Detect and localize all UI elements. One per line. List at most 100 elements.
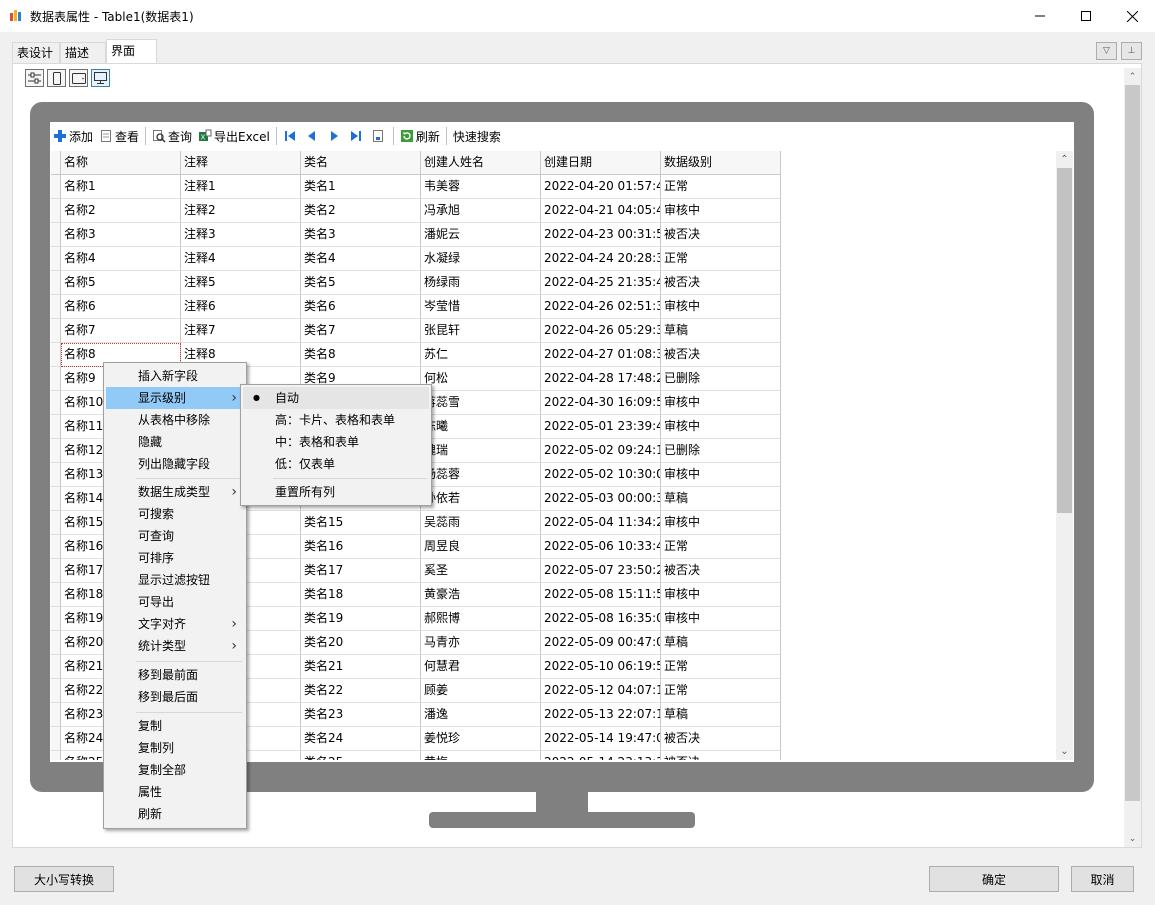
table-cell[interactable]: 注释7 <box>181 319 301 343</box>
row-header-cell[interactable] <box>51 583 61 607</box>
table-cell[interactable]: 姜悦珍 <box>421 727 541 751</box>
menu-item[interactable]: 显示级别 › <box>106 387 244 409</box>
grid-scrollbar[interactable]: ⌃ ⌄ <box>1056 151 1073 760</box>
table-cell[interactable]: 2022-04-21 04:05:47 <box>541 199 661 223</box>
row-header-cell[interactable] <box>51 535 61 559</box>
table-cell[interactable]: 被否决 <box>661 727 781 751</box>
close-button[interactable] <box>1109 0 1155 32</box>
table-cell[interactable]: 2022-05-09 00:47:09 <box>541 631 661 655</box>
table-cell[interactable]: 魏瑞 <box>421 439 541 463</box>
table-cell[interactable]: 2022-05-07 23:50:28 <box>541 559 661 583</box>
table-cell[interactable]: 类名17 <box>301 559 421 583</box>
table-cell[interactable]: 孙依若 <box>421 487 541 511</box>
row-header-cell[interactable] <box>51 751 61 760</box>
row-header-cell[interactable] <box>51 343 61 367</box>
row-header-cell[interactable] <box>51 199 61 223</box>
row-header-cell[interactable] <box>51 151 61 175</box>
table-cell[interactable]: 2022-05-01 23:39:47 <box>541 415 661 439</box>
scroll-down-icon[interactable]: ⌄ <box>1124 830 1141 847</box>
table-cell[interactable]: 名称4 <box>61 247 181 271</box>
table-row[interactable]: 名称5 注释5 类名5 杨绿雨 2022-04-25 21:35:48 被否决 <box>51 271 781 295</box>
table-row[interactable]: 名称2 注释2 类名2 冯承旭 2022-04-21 04:05:47 审核中 <box>51 199 781 223</box>
table-cell[interactable]: 注释4 <box>181 247 301 271</box>
table-cell[interactable]: 韦美蓉 <box>421 175 541 199</box>
table-cell[interactable]: 2022-04-26 05:29:38 <box>541 319 661 343</box>
table-cell[interactable]: 审核中 <box>661 463 781 487</box>
menu-item[interactable]: 文字对齐 › <box>106 613 244 635</box>
tab-table-design[interactable]: 表设计 <box>12 42 60 64</box>
table-cell[interactable]: 草稿 <box>661 319 781 343</box>
column-header[interactable]: 创建人姓名 <box>421 151 541 175</box>
table-row[interactable]: 名称6 注释6 类名6 岑莹惜 2022-04-26 02:51:37 审核中 <box>51 295 781 319</box>
table-cell[interactable]: 潘逸 <box>421 703 541 727</box>
table-cell[interactable]: 类名6 <box>301 295 421 319</box>
row-header-cell[interactable] <box>51 223 61 247</box>
menu-item[interactable]: 刷新 <box>106 803 244 825</box>
menu-item[interactable]: 复制 <box>106 715 244 737</box>
table-cell[interactable]: 正常 <box>661 679 781 703</box>
row-header-cell[interactable] <box>51 415 61 439</box>
table-cell[interactable]: 岑莹惜 <box>421 295 541 319</box>
column-header[interactable]: 创建日期 <box>541 151 661 175</box>
phone-view-button[interactable] <box>47 69 66 87</box>
table-cell[interactable]: 类名3 <box>301 223 421 247</box>
table-cell[interactable]: 苏仁 <box>421 343 541 367</box>
table-cell[interactable]: 正常 <box>661 247 781 271</box>
table-cell[interactable]: 2022-05-02 10:30:03 <box>541 463 661 487</box>
menu-item[interactable]: 插入新字段 <box>106 365 244 387</box>
table-cell[interactable]: 审核中 <box>661 607 781 631</box>
row-header-cell[interactable] <box>51 295 61 319</box>
table-cell[interactable]: 注释1 <box>181 175 301 199</box>
table-cell[interactable]: 注释6 <box>181 295 301 319</box>
submenu-item[interactable]: 中：表格和表单 <box>243 431 429 453</box>
table-cell[interactable]: 黄梅 <box>421 751 541 760</box>
settings-view-button[interactable] <box>25 69 44 87</box>
row-header-cell[interactable] <box>51 559 61 583</box>
tab-description[interactable]: 描述 <box>60 42 106 64</box>
table-cell[interactable]: 冯承旭 <box>421 199 541 223</box>
table-cell[interactable]: 周昱良 <box>421 535 541 559</box>
table-cell[interactable]: 吴蕊雨 <box>421 511 541 535</box>
table-cell[interactable]: 名称3 <box>61 223 181 247</box>
table-cell[interactable]: 审核中 <box>661 391 781 415</box>
menu-item[interactable]: 显示过滤按钮 <box>106 569 244 591</box>
maximize-button[interactable] <box>1063 0 1109 32</box>
table-cell[interactable]: 类名20 <box>301 631 421 655</box>
menu-item[interactable]: 可排序 <box>106 547 244 569</box>
table-cell[interactable]: 杨绿雨 <box>421 271 541 295</box>
table-row[interactable]: 名称1 注释1 类名1 韦美蓉 2022-04-20 01:57:40 正常 <box>51 175 781 199</box>
row-header-cell[interactable] <box>51 631 61 655</box>
table-cell[interactable]: 类名4 <box>301 247 421 271</box>
table-cell[interactable]: 类名2 <box>301 199 421 223</box>
column-header[interactable]: 类名 <box>301 151 421 175</box>
scroll-up-icon[interactable]: ⌃ <box>1056 151 1073 168</box>
row-header-cell[interactable] <box>51 607 61 631</box>
table-cell[interactable]: 2022-04-26 02:51:37 <box>541 295 661 319</box>
menu-item[interactable]: 统计类型 › <box>106 635 244 657</box>
cancel-button[interactable]: 取消 <box>1071 866 1134 892</box>
table-cell[interactable]: 审核中 <box>661 295 781 319</box>
table-cell[interactable]: 审核中 <box>661 511 781 535</box>
table-cell[interactable]: 名称5 <box>61 271 181 295</box>
table-cell[interactable]: 奚圣 <box>421 559 541 583</box>
case-convert-button[interactable]: 大小写转换 <box>14 866 114 892</box>
menu-item[interactable]: 属性 <box>106 781 244 803</box>
table-cell[interactable]: 何慧君 <box>421 655 541 679</box>
table-cell[interactable]: 已删除 <box>661 439 781 463</box>
table-cell[interactable]: 杨蕊蓉 <box>421 463 541 487</box>
menu-item[interactable]: 隐藏 <box>106 431 244 453</box>
table-cell[interactable]: 2022-04-28 17:48:20 <box>541 367 661 391</box>
menu-item[interactable]: 列出隐藏字段 <box>106 453 244 475</box>
menu-item[interactable]: 可搜索 <box>106 503 244 525</box>
table-cell[interactable]: 顾姜 <box>421 679 541 703</box>
row-header-cell[interactable] <box>51 463 61 487</box>
quick-search-button[interactable]: 快速搜索 <box>450 125 504 147</box>
scroll-thumb[interactable] <box>1057 168 1072 513</box>
table-cell[interactable]: 类名21 <box>301 655 421 679</box>
scroll-down-icon[interactable]: ⌄ <box>1056 743 1073 760</box>
table-cell[interactable]: 2022-05-04 11:34:24 <box>541 511 661 535</box>
view-button[interactable]: 查看 <box>96 125 142 147</box>
submenu-item[interactable]: 重置所有列 <box>243 481 429 503</box>
table-cell[interactable]: 潘妮云 <box>421 223 541 247</box>
row-header-cell[interactable] <box>51 367 61 391</box>
